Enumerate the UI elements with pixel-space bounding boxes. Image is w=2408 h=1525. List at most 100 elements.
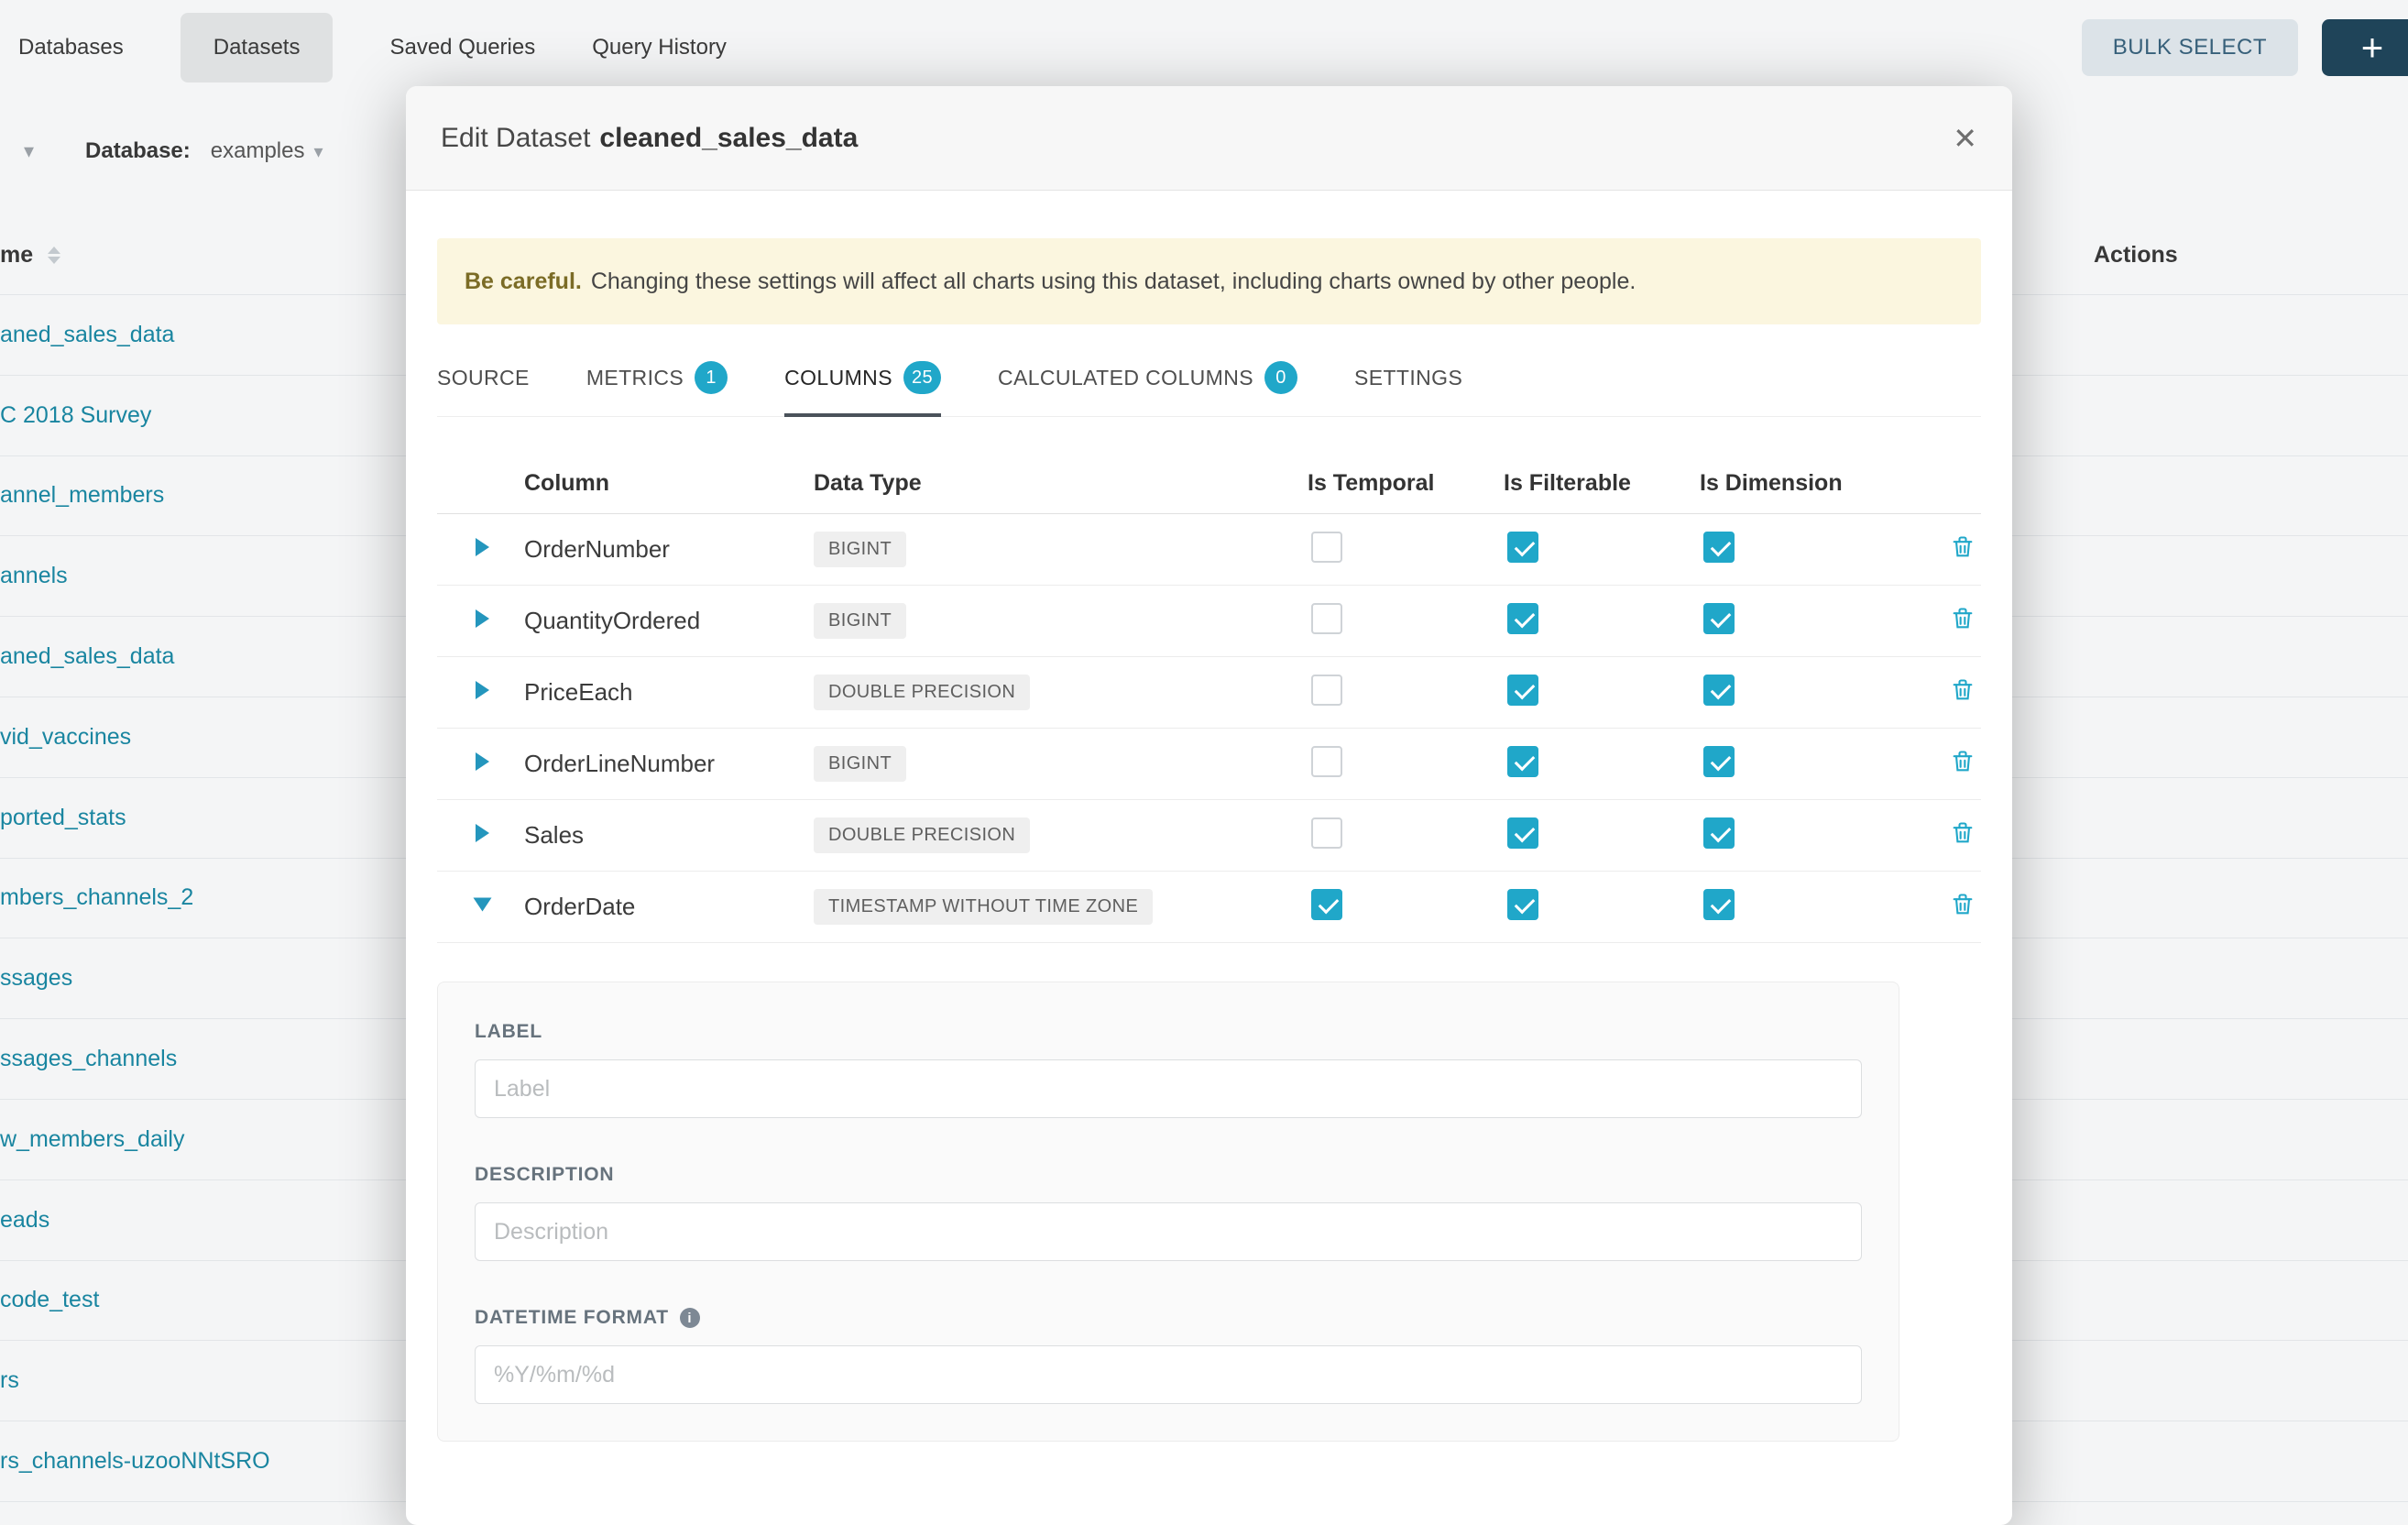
dataset-link[interactable]: code_test [0,1287,99,1313]
modal-title: Edit Datasetcleaned_sales_data [441,123,858,154]
modal-tabs: SOURCE METRICS 1 COLUMNS 25 CALCULATED C… [437,335,1981,417]
is-filterable-checkbox[interactable] [1507,675,1538,706]
dataset-link[interactable]: rs_channels-uzooNNtSRO [0,1448,270,1475]
is-temporal-checkbox[interactable] [1311,532,1342,563]
delete-column-icon[interactable] [1950,534,1976,565]
dataset-link[interactable]: mbers_channels_2 [0,884,193,911]
dataset-link[interactable]: ssages_channels [0,1046,177,1072]
info-icon[interactable]: i [680,1308,700,1328]
dataset-link[interactable]: annel_members [0,482,164,509]
dataset-link[interactable]: annels [0,563,68,589]
description-field-group: DESCRIPTION [475,1164,1862,1261]
is-temporal-checkbox[interactable] [1311,889,1342,920]
column-row: OrderNumber BIGINT [437,514,1981,586]
delete-column-icon[interactable] [1950,749,1976,779]
delete-column-icon[interactable] [1950,820,1976,850]
calculated-columns-count-badge: 0 [1264,361,1297,394]
is-dimension-checkbox[interactable] [1703,817,1735,849]
dataset-link[interactable]: ported_stats [0,805,126,831]
is-temporal-checkbox[interactable] [1311,746,1342,777]
tab-columns[interactable]: COLUMNS 25 [784,335,941,416]
data-type-pill: TIMESTAMP WITHOUT TIME ZONE [814,889,1153,925]
expand-caret-icon[interactable] [476,538,489,556]
delete-column-icon[interactable] [1950,677,1976,708]
close-icon[interactable]: ✕ [1953,124,1977,153]
nav-tab-query-history[interactable]: Query History [592,13,727,82]
tab-calculated-columns[interactable]: CALCULATED COLUMNS 0 [998,335,1297,416]
expand-caret-icon[interactable] [476,752,489,771]
database-filter-value: examples [211,138,305,164]
is-filterable-checkbox[interactable] [1507,532,1538,563]
name-header-label: me [0,242,33,269]
description-field-label: DESCRIPTION [475,1164,1862,1186]
header-data-type: Data Type [814,470,1308,497]
dataset-link[interactable]: eads [0,1207,49,1234]
is-dimension-checkbox[interactable] [1703,532,1735,563]
header-is-filterable: Is Filterable [1504,470,1700,497]
nav-tab-databases[interactable]: Databases [18,13,124,82]
nav-tab-saved-queries[interactable]: Saved Queries [389,13,535,82]
tab-metrics[interactable]: METRICS 1 [586,335,728,416]
is-dimension-checkbox[interactable] [1703,603,1735,634]
top-navigation: Databases Datasets Saved Queries Query H… [0,0,2408,95]
column-name: OrderDate [524,893,814,921]
is-filterable-checkbox[interactable] [1507,603,1538,634]
actions-column-header: Actions [2094,242,2178,269]
tab-settings[interactable]: SETTINGS [1354,335,1462,416]
dataset-link[interactable]: aned_sales_data [0,322,174,348]
is-temporal-checkbox[interactable] [1311,603,1342,634]
is-filterable-checkbox[interactable] [1507,746,1538,777]
bulk-select-button[interactable]: BULK SELECT [2082,19,2298,76]
tab-source[interactable]: SOURCE [437,335,530,416]
data-type-pill: BIGINT [814,746,906,782]
column-name: Sales [524,821,814,850]
dataset-link[interactable]: w_members_daily [0,1126,184,1153]
data-type-pill: BIGINT [814,603,906,639]
header-is-temporal: Is Temporal [1308,470,1504,497]
edit-dataset-modal: Edit Datasetcleaned_sales_data ✕ Be care… [406,86,2012,1525]
modal-header: Edit Datasetcleaned_sales_data ✕ [406,86,2012,191]
modal-title-dataset-name: cleaned_sales_data [599,123,858,153]
sort-icon [48,247,60,264]
add-dataset-button[interactable]: + [2322,19,2408,76]
expand-caret-icon[interactable] [476,681,489,699]
delete-column-icon[interactable] [1950,892,1976,922]
warning-banner: Be careful. Changing these settings will… [437,238,1981,324]
column-name: OrderLineNumber [524,750,814,778]
column-name: OrderNumber [524,535,814,564]
expand-caret-icon[interactable] [476,609,489,628]
datetime-format-field-label: DATETIME FORMAT i [475,1307,1862,1329]
database-filter-select[interactable]: examples ▾ [211,138,323,164]
datetime-format-input[interactable] [475,1345,1862,1404]
nav-tab-datasets[interactable]: Datasets [181,13,334,82]
column-row: OrderLineNumber BIGINT [437,729,1981,800]
dataset-link[interactable]: rs [0,1367,19,1394]
is-filterable-checkbox[interactable] [1507,817,1538,849]
label-field-label: LABEL [475,1021,1862,1043]
dataset-link[interactable]: C 2018 Survey [0,402,151,429]
is-filterable-checkbox[interactable] [1507,889,1538,920]
column-row: Sales DOUBLE PRECISION [437,800,1981,872]
delete-column-icon[interactable] [1950,606,1976,636]
collapse-caret-icon[interactable] [474,898,492,912]
description-input[interactable] [475,1202,1862,1261]
filter-dropdown-caret-icon[interactable]: ▾ [24,139,34,163]
dataset-link[interactable]: aned_sales_data [0,643,174,670]
nav-right: BULK SELECT + [2082,19,2408,76]
name-column-header[interactable]: me [0,242,60,269]
is-temporal-checkbox[interactable] [1311,675,1342,706]
label-input[interactable] [475,1059,1862,1118]
header-is-dimension: Is Dimension [1700,470,1909,497]
header-column: Column [524,470,814,497]
expand-caret-icon[interactable] [476,824,489,842]
is-temporal-checkbox[interactable] [1311,817,1342,849]
dataset-link[interactable]: ssages [0,965,72,992]
column-name: QuantityOrdered [524,607,814,635]
chevron-down-icon: ▾ [313,140,323,163]
nav-tabs: Databases Datasets Saved Queries Query H… [18,13,727,82]
is-dimension-checkbox[interactable] [1703,889,1735,920]
data-type-pill: BIGINT [814,532,906,567]
dataset-link[interactable]: vid_vaccines [0,724,131,751]
is-dimension-checkbox[interactable] [1703,746,1735,777]
is-dimension-checkbox[interactable] [1703,675,1735,706]
